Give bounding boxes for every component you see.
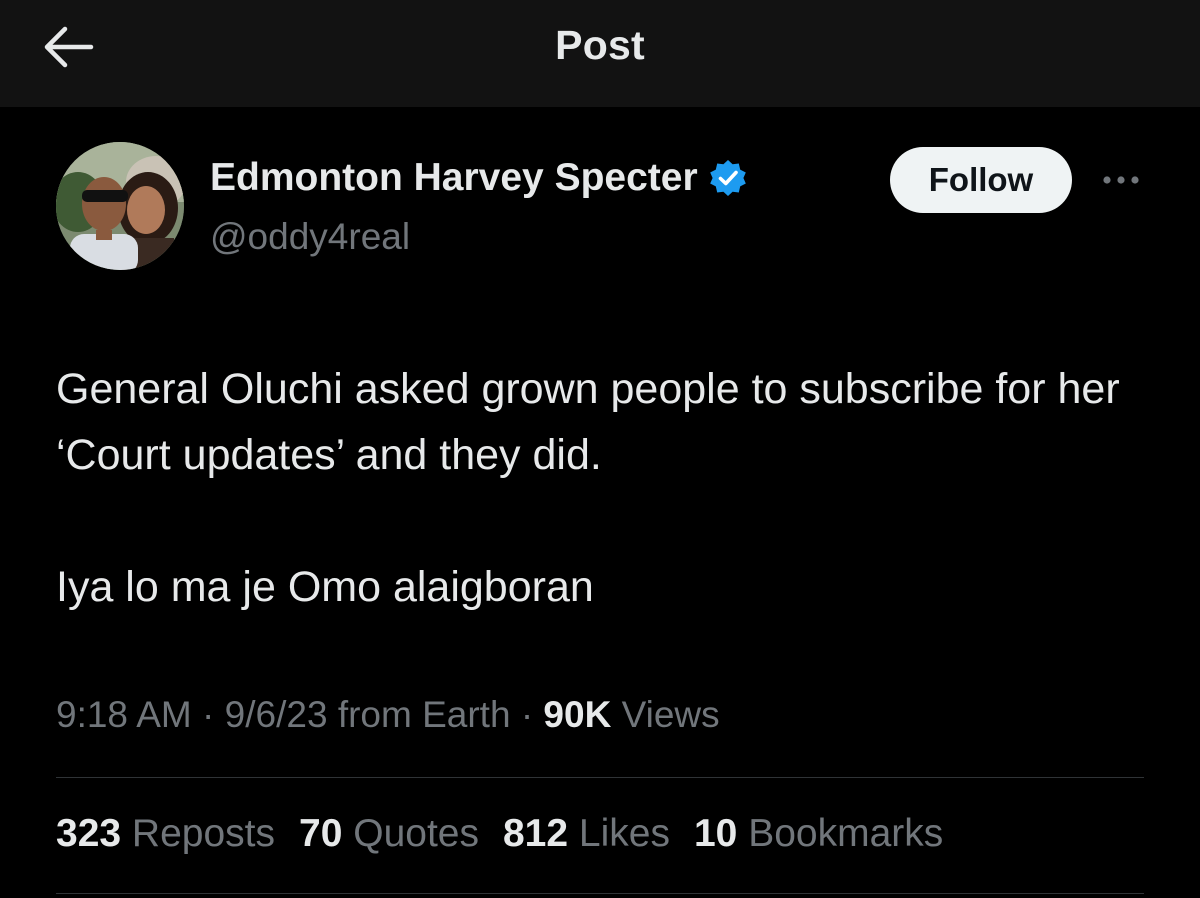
post-paragraph: Iya lo ma je Omo alaigboran [56,563,594,611]
meta-separator: · [202,694,215,735]
meta-separator: · [520,694,534,735]
post-time[interactable]: 9:18 AM [56,694,192,735]
views-count[interactable]: 90K [543,694,611,735]
reposts-stat[interactable]: 323 Reposts [56,812,275,856]
quotes-label: Quotes [353,812,479,855]
follow-button[interactable]: Follow [890,147,1072,213]
quotes-stat[interactable]: 70 Quotes [299,812,479,856]
engagement-stats: 323 Reposts 70 Quotes 812 Likes 10 Bookm… [56,812,943,856]
bookmarks-count: 10 [693,812,738,855]
post-meta: 9:18 AM · 9/6/23 from Earth · 90K Views [56,694,720,736]
post-paragraph: General Oluchi asked grown people to sub… [56,365,1120,479]
page-title: Post [555,22,645,68]
post-source: from Earth [337,694,511,735]
more-options-button[interactable] [1096,160,1146,200]
avatar[interactable] [56,142,184,270]
post-date[interactable]: 9/6/23 [225,694,328,735]
display-name[interactable]: Edmonton Harvey Specter [210,156,698,200]
divider [56,893,1144,894]
reposts-count: 323 [56,812,122,855]
more-dots-icon [1103,176,1139,184]
avatar-photo [56,142,184,270]
post-text: General Oluchi asked grown people to sub… [56,356,1156,620]
likes-label: Likes [578,812,670,855]
likes-stat[interactable]: 812 Likes [503,812,670,856]
likes-count: 812 [502,812,569,855]
views-label[interactable]: Views [622,694,720,735]
display-name-row: Edmonton Harvey Specter [210,156,748,200]
bookmarks-label: Bookmarks [748,812,944,855]
divider [56,777,1144,778]
top-bar: Post [0,0,1200,107]
reposts-label: Reposts [131,812,275,855]
bookmarks-stat[interactable]: 10 Bookmarks [694,812,943,856]
verified-badge-icon[interactable] [708,158,748,198]
quotes-count: 70 [299,812,343,855]
user-handle[interactable]: @oddy4real [210,216,410,258]
post-author: Edmonton Harvey Specter @oddy4real Follo… [56,142,1146,282]
